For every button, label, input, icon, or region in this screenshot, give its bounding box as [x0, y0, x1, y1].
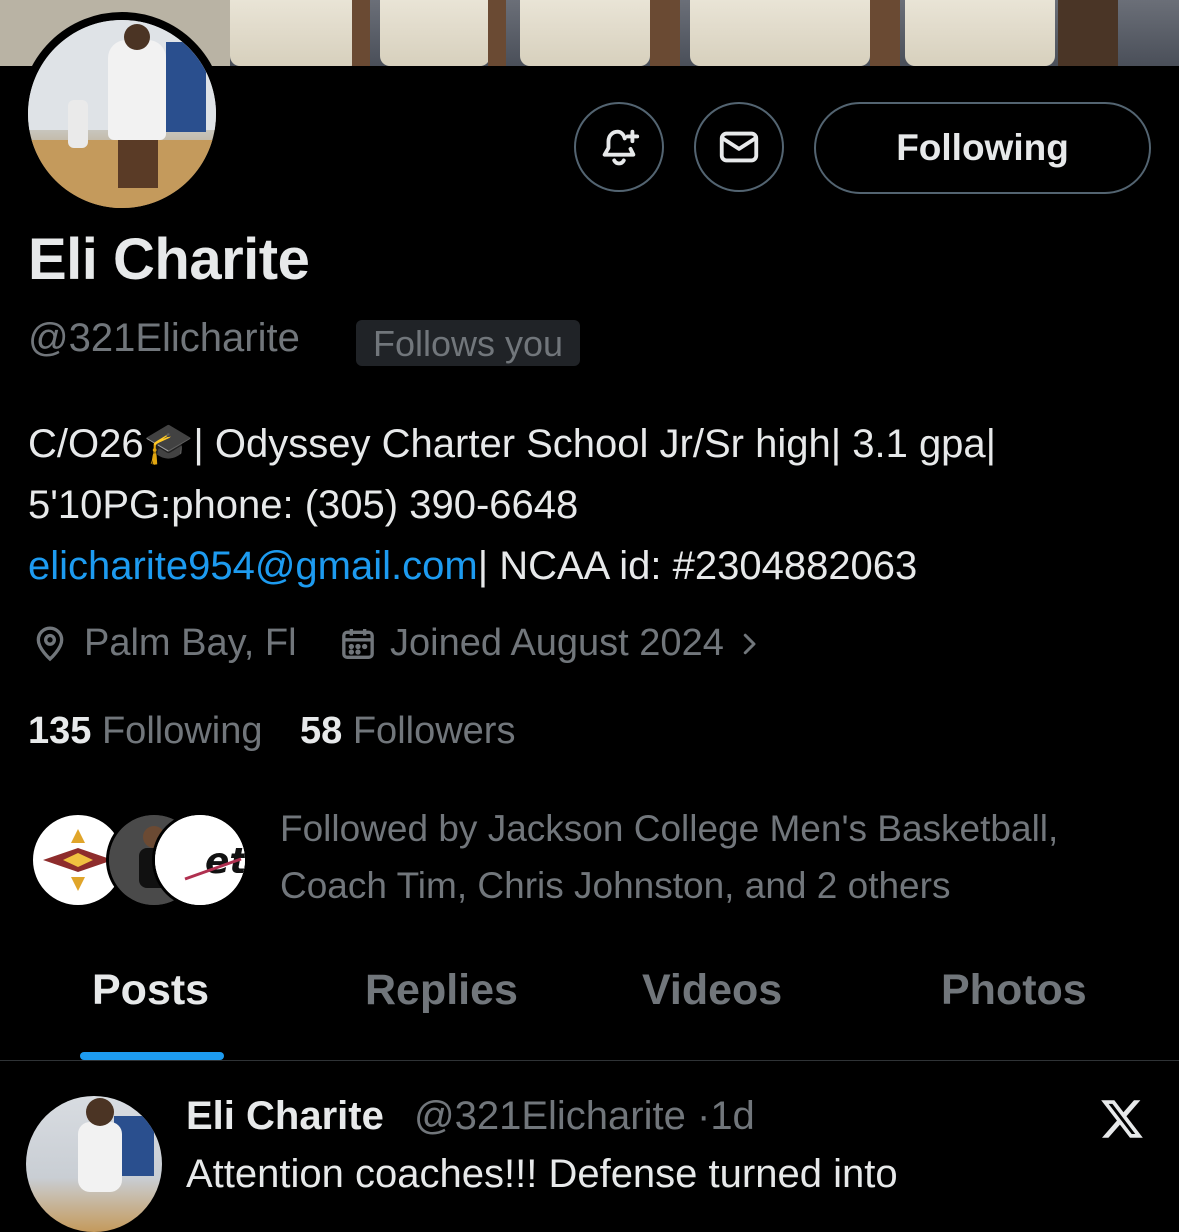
following-count: 135 [28, 710, 92, 752]
post-time[interactable]: 1d [710, 1094, 755, 1138]
notifications-button[interactable] [574, 102, 664, 192]
location-text: Palm Bay, Fl [84, 622, 297, 664]
tab-replies[interactable]: Replies [365, 966, 518, 1015]
svg-text:ets: ets [205, 841, 245, 882]
profile-bio: C/O26🎓| Odyssey Charter School Jr/Sr hig… [28, 414, 1148, 597]
tab-videos[interactable]: Videos [642, 966, 782, 1015]
envelope-icon [719, 131, 759, 163]
post-separator: · [696, 1094, 711, 1138]
message-button[interactable] [694, 102, 784, 192]
banner-arm [488, 0, 506, 66]
followed-by-text[interactable]: Followed by Jackson College Men's Basket… [280, 800, 1160, 914]
banner-arm [1058, 0, 1118, 66]
tab-photos[interactable]: Photos [941, 966, 1087, 1015]
avatar-background-player [68, 100, 88, 148]
post-author-name[interactable]: Eli Charite [186, 1094, 384, 1139]
followed-by-line-2: Coach Tim, Chris Johnston, and 2 others [280, 865, 951, 906]
followers-label: Followers [352, 710, 516, 752]
joined-row[interactable]: Joined August 2024 [338, 622, 764, 665]
profile-handle: @321Elicharite [28, 316, 300, 360]
profile-avatar[interactable] [20, 12, 224, 216]
banner-player [520, 0, 650, 66]
post-meta: @321Elicharite ·1d [414, 1094, 755, 1139]
bio-ncaa-id: | NCAA id: #2304882063 [477, 544, 918, 588]
tab-posts[interactable]: Posts [92, 966, 209, 1015]
followers-count: 58 [300, 710, 343, 752]
bio-line-3: elicharite954@gmail.com| NCAA id: #23048… [28, 536, 1148, 597]
x-logo-icon [1101, 1100, 1143, 1138]
avatar-player-legs [118, 138, 158, 188]
bio-line-1: C/O26🎓| Odyssey Charter School Jr/Sr hig… [28, 422, 997, 466]
following-count-link[interactable]: 135 Following [28, 710, 263, 753]
calendar-icon [342, 628, 374, 659]
banner-arm [650, 0, 680, 66]
post-avatar-photo [78, 1098, 154, 1192]
avatar-gym-banner [166, 42, 206, 132]
follows-you-badge: Follows you [356, 320, 581, 366]
post-text[interactable]: Attention coaches!!! Defense turned into [186, 1152, 898, 1197]
banner-player [230, 0, 360, 66]
following-label: Following [101, 710, 263, 752]
avatar-player-jersey [108, 40, 166, 140]
followed-by-line-1: Followed by Jackson College Men's Basket… [280, 808, 1059, 849]
joined-text: Joined August 2024 [390, 622, 724, 664]
jets-logo-icon: ets [155, 815, 245, 905]
banner-player [690, 0, 870, 66]
bell-plus-icon [602, 129, 640, 166]
active-tab-indicator [80, 1052, 224, 1060]
banner-arm [870, 0, 900, 66]
post-author-handle[interactable]: @321Elicharite [414, 1094, 686, 1138]
chevron-right-icon [743, 633, 756, 654]
follower-avatar-chris[interactable]: ets [152, 812, 248, 908]
bio-line-2: 5'10PG:phone: (305) 390-6648 [28, 483, 579, 527]
avatar-photo [28, 20, 216, 208]
banner-player [380, 0, 490, 66]
following-button[interactable]: Following [814, 102, 1151, 194]
profile-name: Eli Charite [28, 227, 310, 292]
banner-player [905, 0, 1055, 66]
banner-arm [352, 0, 370, 66]
tabs-divider [0, 1060, 1179, 1061]
location-row: Palm Bay, Fl [30, 622, 297, 665]
avatar-player-head [124, 24, 150, 50]
post-avatar[interactable] [26, 1096, 162, 1232]
location-pin-icon [36, 626, 64, 661]
followers-count-link[interactable]: 58 Followers [300, 710, 515, 753]
bio-email-link[interactable]: elicharite954@gmail.com [28, 544, 478, 588]
